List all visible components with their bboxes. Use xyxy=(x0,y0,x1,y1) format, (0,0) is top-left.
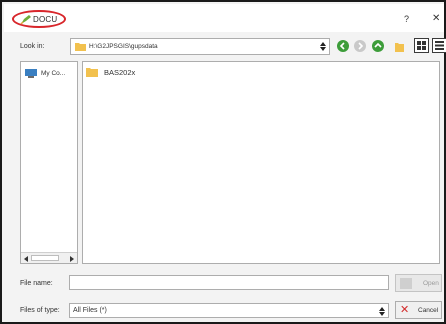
detail-view-icon[interactable] xyxy=(432,38,446,53)
open-icon xyxy=(400,278,412,289)
look-in-label: Look in: xyxy=(20,43,45,50)
list-item[interactable]: BAS202x xyxy=(86,65,166,79)
chevron-updown-icon xyxy=(320,41,326,52)
parent-directory-icon[interactable] xyxy=(372,40,384,52)
files-of-type-value: All Files (*) xyxy=(73,307,107,314)
file-name-label: File name: xyxy=(20,280,53,287)
title-bar: DOCU ? ✕ xyxy=(4,4,444,32)
sidebar-horizontal-scrollbar[interactable] xyxy=(21,252,77,263)
list-view-icon[interactable] xyxy=(414,38,429,53)
cancel-button[interactable]: ✕ Cancel xyxy=(395,301,442,319)
file-dialog: DOCU ? ✕ Look in: H:\G2JPSGIS\gupsdata M… xyxy=(0,0,446,324)
scroll-right-icon[interactable] xyxy=(70,256,74,262)
cancel-icon: ✕ xyxy=(400,304,410,316)
computer-icon xyxy=(25,69,37,78)
file-name: BAS202x xyxy=(104,68,136,77)
sidebar-places: My Co... xyxy=(20,61,78,264)
sidebar-item-label: My Co... xyxy=(41,70,66,77)
folder-icon xyxy=(75,43,86,51)
look-in-path: H:\G2JPSGIS\gupsdata xyxy=(89,43,158,50)
scroll-left-icon[interactable] xyxy=(24,256,28,262)
file-list: BAS202x xyxy=(82,61,440,264)
close-button[interactable]: ✕ xyxy=(432,13,440,24)
back-icon[interactable] xyxy=(337,40,349,52)
chevron-updown-icon xyxy=(379,306,385,317)
app-logo-icon xyxy=(20,15,31,25)
files-of-type-label: Files of type: xyxy=(20,307,60,314)
file-name-field[interactable] xyxy=(69,275,389,290)
look-in-dropdown[interactable]: H:\G2JPSGIS\gupsdata xyxy=(70,38,330,55)
cancel-button-label: Cancel xyxy=(418,307,439,314)
folder-icon xyxy=(86,68,98,77)
new-folder-icon[interactable] xyxy=(395,40,404,52)
sidebar-item-my-computer[interactable]: My Co... xyxy=(25,68,77,80)
files-of-type-dropdown[interactable]: All Files (*) xyxy=(69,303,389,318)
scroll-thumb[interactable] xyxy=(31,255,59,261)
open-button[interactable]: Open xyxy=(395,274,442,292)
help-button[interactable]: ? xyxy=(404,14,409,24)
forward-icon[interactable] xyxy=(354,40,366,52)
open-button-label: Open xyxy=(423,280,439,287)
window-title: DOCU xyxy=(33,15,58,24)
